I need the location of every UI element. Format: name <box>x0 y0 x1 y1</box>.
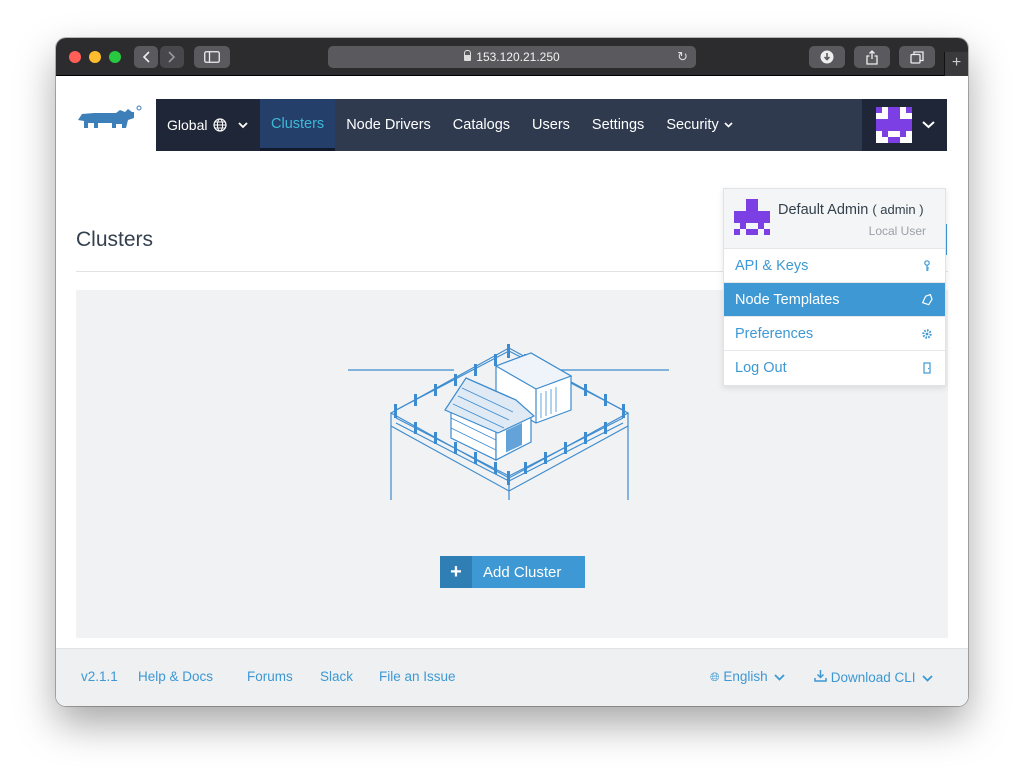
sidebar-icon <box>204 51 220 63</box>
slack-link[interactable]: Slack <box>320 669 353 684</box>
main-navbar: Global Clusters Node Drivers Catalogs Us… <box>156 99 947 151</box>
menu-item-label: API & Keys <box>735 257 809 274</box>
browser-titlebar: 153.120.21.250 ↻ + <box>56 38 968 76</box>
minimize-window-button[interactable] <box>89 51 101 63</box>
forward-button[interactable] <box>160 46 184 68</box>
add-cluster-button[interactable]: + Add Cluster <box>440 556 585 588</box>
plus-icon: + <box>440 556 472 588</box>
new-tab-button[interactable]: + <box>944 52 968 76</box>
door-icon <box>923 362 931 374</box>
nav-node-drivers[interactable]: Node Drivers <box>335 99 442 151</box>
add-cluster-label: Add Cluster <box>483 563 562 581</box>
lock-icon <box>464 50 472 61</box>
address-bar[interactable]: 153.120.21.250 ↻ <box>328 46 696 68</box>
page-title: Clusters <box>76 228 154 251</box>
download-icon <box>814 670 827 682</box>
browser-window: 153.120.21.250 ↻ + Global Clusters Node <box>56 38 968 706</box>
back-button[interactable] <box>134 46 158 68</box>
share-icon <box>866 49 878 65</box>
share-button[interactable] <box>854 46 890 68</box>
tabs-icon <box>910 50 924 64</box>
user-username: ( admin ) <box>872 202 924 217</box>
avatar <box>734 199 770 235</box>
chevron-right-icon <box>168 51 176 63</box>
nav-users[interactable]: Users <box>521 99 581 151</box>
menu-item-preferences[interactable]: Preferences <box>724 317 945 351</box>
chevron-left-icon <box>142 51 150 63</box>
help-docs-link[interactable]: Help & Docs <box>138 669 213 684</box>
page-footer: v2.1.1 Help & Docs Forums Slack File an … <box>56 648 968 706</box>
globe-icon: 🌐︎ <box>710 670 720 684</box>
global-label: Global <box>167 117 208 133</box>
menu-item-api-keys[interactable]: API & Keys <box>724 249 945 283</box>
nav-security[interactable]: Security <box>655 99 743 151</box>
menu-item-node-templates[interactable]: Node Templates <box>724 283 945 317</box>
file-issue-link[interactable]: File an Issue <box>379 669 456 684</box>
menu-item-label: Node Templates <box>735 291 840 308</box>
barn-illustration-icon <box>348 344 669 500</box>
downloads-button[interactable] <box>809 46 845 68</box>
user-menu-button[interactable] <box>862 99 947 151</box>
close-window-button[interactable] <box>69 51 81 63</box>
gear-icon <box>922 329 932 339</box>
global-scope-selector[interactable]: Global <box>156 99 260 151</box>
menu-item-log-out[interactable]: Log Out <box>724 351 945 385</box>
language-selector[interactable]: 🌐︎ English <box>710 669 786 685</box>
url-text: 153.120.21.250 <box>476 50 560 64</box>
rancher-page: Global Clusters Node Drivers Catalogs Us… <box>56 76 968 706</box>
chevron-down-icon <box>922 675 933 682</box>
user-role: Local User <box>868 224 926 238</box>
nav-catalogs[interactable]: Catalogs <box>442 99 521 151</box>
download-cli-selector[interactable]: Download CLI <box>814 669 933 685</box>
chevron-down-icon <box>238 121 249 128</box>
zoom-window-button[interactable] <box>109 51 121 63</box>
rancher-logo-icon[interactable] <box>76 104 146 138</box>
menu-item-label: Preferences <box>735 325 814 342</box>
menu-item-label: Log Out <box>735 360 787 376</box>
language-label: English <box>723 669 768 684</box>
key-icon <box>924 260 930 271</box>
nav-settings[interactable]: Settings <box>581 99 655 151</box>
user-dropdown-header: Default Admin ( admin ) Local User <box>724 189 945 249</box>
chevron-down-icon <box>922 121 935 129</box>
tag-icon <box>921 294 933 306</box>
chevron-down-icon <box>724 122 733 128</box>
user-dropdown-menu: Default Admin ( admin ) Local User API &… <box>723 188 946 386</box>
nav-security-label: Security <box>666 117 719 133</box>
tabs-button[interactable] <box>899 46 935 68</box>
chevron-down-icon <box>774 674 786 681</box>
download-cli-label: Download CLI <box>830 670 916 685</box>
avatar <box>876 107 912 143</box>
reload-icon[interactable]: ↻ <box>677 49 688 65</box>
sidebar-toggle-button[interactable] <box>194 46 230 68</box>
user-name: Default Admin <box>778 202 869 218</box>
forums-link[interactable]: Forums <box>247 669 293 684</box>
version-link[interactable]: v2.1.1 <box>81 669 118 684</box>
download-icon <box>820 50 834 64</box>
user-display-name: Default Admin ( admin ) <box>778 202 924 218</box>
nav-clusters[interactable]: Clusters <box>260 99 336 151</box>
globe-icon <box>213 118 228 132</box>
